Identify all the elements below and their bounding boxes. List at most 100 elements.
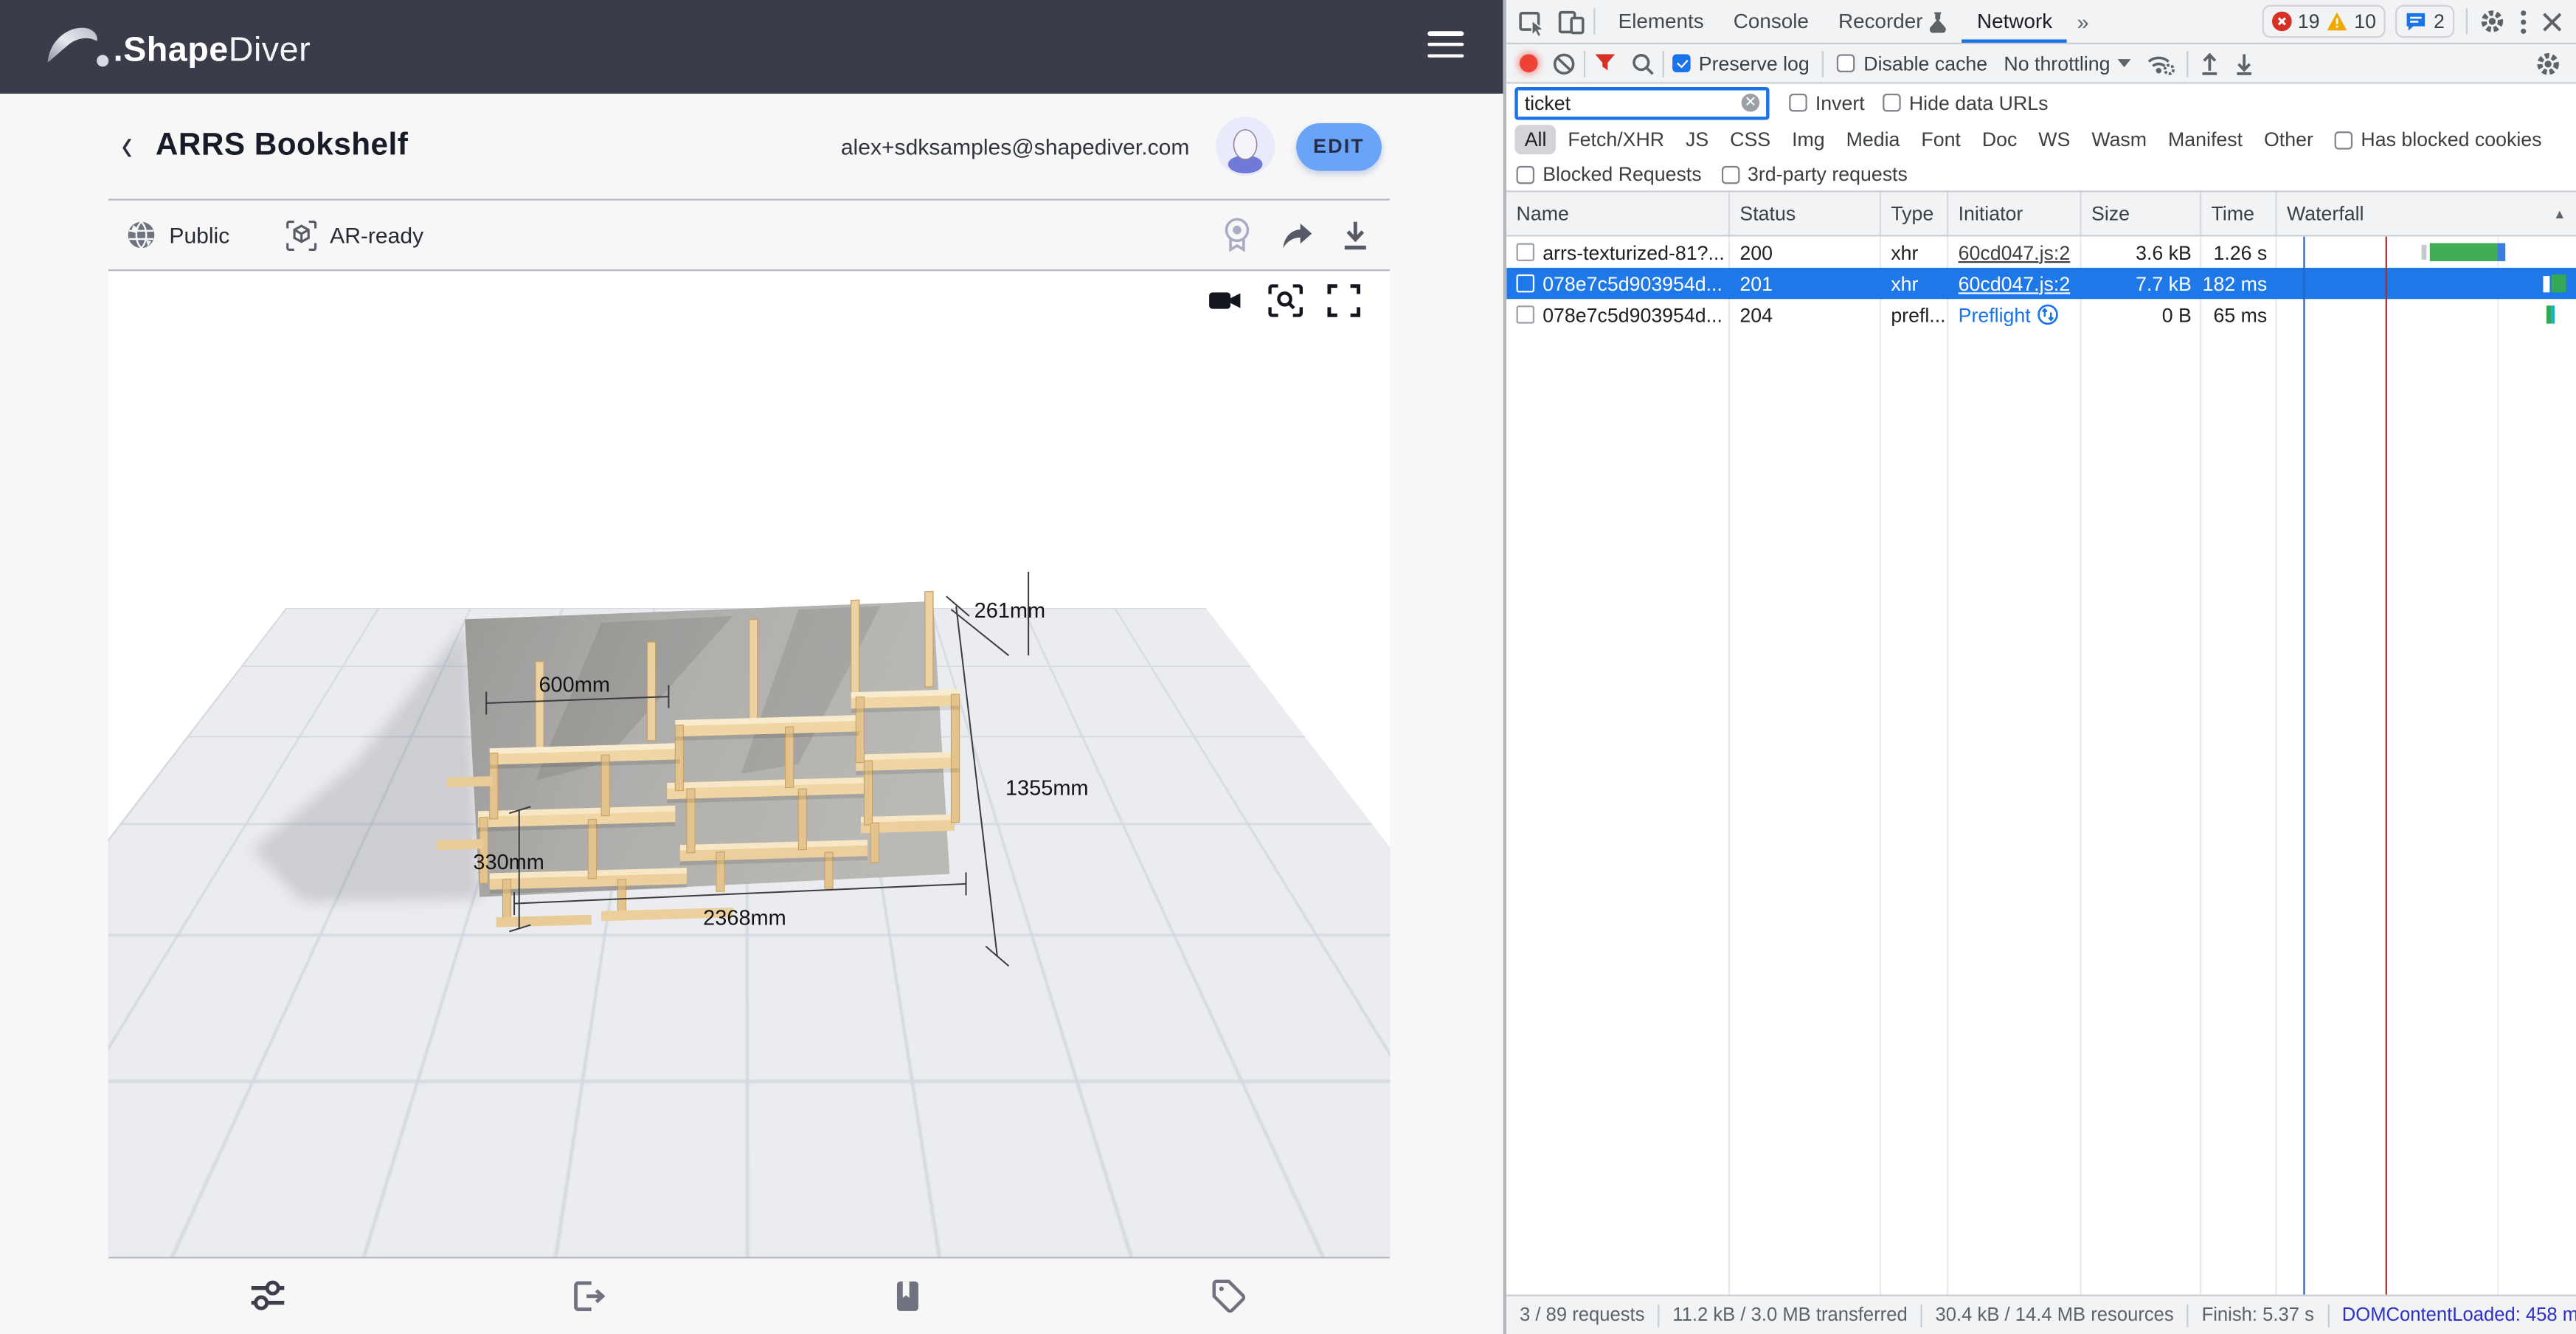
column-header-type[interactable]: Type bbox=[1881, 193, 1948, 235]
dim-label-height: 1355mm bbox=[1005, 777, 1089, 801]
column-header-waterfall[interactable]: Waterfall▲ bbox=[2277, 193, 2576, 235]
preserve-log-checkbox[interactable] bbox=[1672, 54, 1690, 72]
chip-media[interactable]: Media bbox=[1836, 125, 1910, 154]
column-header-size[interactable]: Size bbox=[2082, 193, 2202, 235]
throttling-select[interactable]: No throttling bbox=[2004, 52, 2131, 75]
chip-ws[interactable]: WS bbox=[2029, 125, 2080, 154]
viewer-canvas[interactable]: 261mm 600mm 1355mm 330mm 2368mm bbox=[108, 271, 1390, 1258]
waterfall-download-bar bbox=[2552, 274, 2566, 292]
avatar-person-icon bbox=[1216, 117, 1275, 176]
shapediver-swoosh-icon bbox=[44, 22, 110, 72]
initiator-link[interactable]: 60cd047.js:2 bbox=[1959, 272, 2071, 295]
filter-icon[interactable] bbox=[1593, 52, 1616, 74]
row-checkbox[interactable] bbox=[1517, 274, 1534, 292]
chip-js[interactable]: JS bbox=[1676, 125, 1719, 154]
more-tabs-chevrons[interactable]: » bbox=[2067, 9, 2099, 33]
fullscreen-icon[interactable] bbox=[1327, 284, 1360, 317]
column-header-time[interactable]: Time bbox=[2201, 193, 2276, 235]
screen: .ShapeDiver ‹ ARRS Bookshelf alex+sdksam… bbox=[0, 0, 2576, 1334]
warning-icon bbox=[2326, 12, 2347, 32]
network-request-row-selected[interactable]: 078e7c5d903954d... 201 xhr 60cd047.js:2 … bbox=[1506, 268, 2576, 299]
invert-checkbox[interactable] bbox=[1789, 94, 1807, 111]
resources-size: 30.4 kB / 14.4 MB resources bbox=[1922, 1304, 2189, 1327]
model-scene: 261mm 600mm 1355mm 330mm 2368mm bbox=[108, 271, 1390, 1258]
chip-all[interactable]: All bbox=[1514, 125, 1556, 154]
export-har-icon[interactable] bbox=[2235, 52, 2255, 75]
devtools-settings-icon[interactable] bbox=[2479, 8, 2506, 35]
initiator-link[interactable]: 60cd047.js:2 bbox=[1959, 241, 2071, 263]
avatar[interactable] bbox=[1216, 117, 1275, 176]
chip-doc[interactable]: Doc bbox=[1972, 125, 2026, 154]
hide-data-urls-checkbox[interactable] bbox=[1883, 94, 1900, 111]
award-icon[interactable] bbox=[1221, 217, 1254, 253]
waterfall-waiting-bar bbox=[2430, 243, 2497, 261]
column-header-name[interactable]: Name bbox=[1506, 193, 1730, 235]
menu-icon[interactable] bbox=[1427, 31, 1464, 58]
network-request-row[interactable]: arrs-texturized-81?... 200 xhr 60cd047.j… bbox=[1506, 237, 2576, 268]
chip-img[interactable]: Img bbox=[1782, 125, 1835, 154]
shapediver-logo[interactable]: .ShapeDiver bbox=[44, 22, 311, 72]
edit-button[interactable]: EDIT bbox=[1296, 122, 1382, 170]
column-grid-lines bbox=[1506, 237, 2576, 1295]
network-toolbar: Preserve log Disable cache No throttling bbox=[1506, 44, 2576, 83]
invert-label: Invert bbox=[1815, 91, 1865, 114]
disable-cache-checkbox[interactable] bbox=[1838, 54, 1855, 72]
tab-elements[interactable]: Elements bbox=[1604, 0, 1719, 43]
record-network-log-button[interactable] bbox=[1520, 54, 1537, 72]
network-conditions-icon[interactable] bbox=[2147, 52, 2176, 75]
row-checkbox[interactable] bbox=[1517, 305, 1534, 323]
third-party-checkbox[interactable] bbox=[1721, 165, 1739, 183]
has-blocked-cookies-checkbox[interactable] bbox=[2335, 131, 2352, 148]
export-icon[interactable] bbox=[570, 1278, 606, 1314]
network-settings-icon[interactable] bbox=[2535, 50, 2561, 77]
visibility-label: Public bbox=[169, 223, 229, 247]
blocked-filters-row: Blocked Requests 3rd-party requests bbox=[1506, 158, 2576, 193]
sort-ascending-icon: ▲ bbox=[2553, 206, 2566, 221]
errors-warnings-badge[interactable]: 19 10 bbox=[2262, 5, 2386, 38]
error-count: 19 bbox=[2298, 10, 2320, 32]
transferred-size: 11.2 kB / 3.0 MB transferred bbox=[1659, 1304, 1922, 1327]
clear-filter-icon[interactable]: ✕ bbox=[1742, 94, 1759, 111]
chip-wasm[interactable]: Wasm bbox=[2082, 125, 2156, 154]
devtools-close-icon[interactable] bbox=[2541, 10, 2563, 32]
domcontentloaded-time: DOMContentLoaded: 458 ms bbox=[2329, 1304, 2576, 1327]
blocked-requests-label: Blocked Requests bbox=[1543, 162, 1701, 185]
zoom-fit-icon[interactable] bbox=[1268, 284, 1303, 317]
devtools-menu-icon[interactable] bbox=[2520, 9, 2527, 33]
blocked-requests-checkbox[interactable] bbox=[1517, 165, 1534, 183]
chip-fetch-xhr[interactable]: Fetch/XHR bbox=[1558, 125, 1674, 154]
library-icon[interactable] bbox=[890, 1278, 927, 1314]
videocam-icon[interactable] bbox=[1208, 284, 1244, 317]
device-toolbar-icon[interactable] bbox=[1557, 7, 1585, 35]
import-har-icon[interactable] bbox=[2201, 52, 2220, 75]
chip-css[interactable]: CSS bbox=[1720, 125, 1781, 154]
clear-network-log-icon[interactable] bbox=[1553, 52, 1576, 75]
row-checkbox[interactable] bbox=[1517, 243, 1534, 261]
inspect-element-icon[interactable] bbox=[1518, 7, 1546, 35]
share-icon[interactable] bbox=[1280, 219, 1315, 250]
requests-count: 3 / 89 requests bbox=[1506, 1304, 1659, 1327]
chip-manifest[interactable]: Manifest bbox=[2158, 125, 2253, 154]
back-chevron-icon[interactable]: ‹ bbox=[122, 123, 133, 169]
search-icon[interactable] bbox=[1631, 52, 1654, 75]
tag-icon[interactable] bbox=[1211, 1278, 1247, 1314]
issues-bubble-icon bbox=[2406, 12, 2427, 32]
visibility-badge: Public bbox=[126, 220, 229, 249]
tab-recorder[interactable]: Recorder bbox=[1824, 0, 1962, 43]
tab-network[interactable]: Network bbox=[1962, 0, 2067, 43]
tab-console[interactable]: Console bbox=[1719, 0, 1824, 43]
filter-input[interactable]: ticket ✕ bbox=[1514, 86, 1769, 120]
dim-label-depth: 261mm bbox=[974, 599, 1046, 623]
tune-parameters-icon[interactable] bbox=[250, 1278, 286, 1314]
filter-input-value: ticket bbox=[1525, 91, 1742, 114]
preflight-initiator[interactable]: Preflight bbox=[1959, 303, 2059, 326]
download-icon[interactable] bbox=[1340, 219, 1370, 250]
waterfall-waiting-bar bbox=[2546, 305, 2552, 323]
network-request-row[interactable]: 078e7c5d903954d... 204 prefl... Prefligh… bbox=[1506, 299, 2576, 330]
waterfall-queue-tick bbox=[2422, 245, 2427, 260]
chip-font[interactable]: Font bbox=[1911, 125, 1970, 154]
column-header-initiator[interactable]: Initiator bbox=[1948, 193, 2081, 235]
issues-badge[interactable]: 2 bbox=[2396, 5, 2454, 38]
chip-other[interactable]: Other bbox=[2254, 125, 2324, 154]
column-header-status[interactable]: Status bbox=[1730, 193, 1881, 235]
